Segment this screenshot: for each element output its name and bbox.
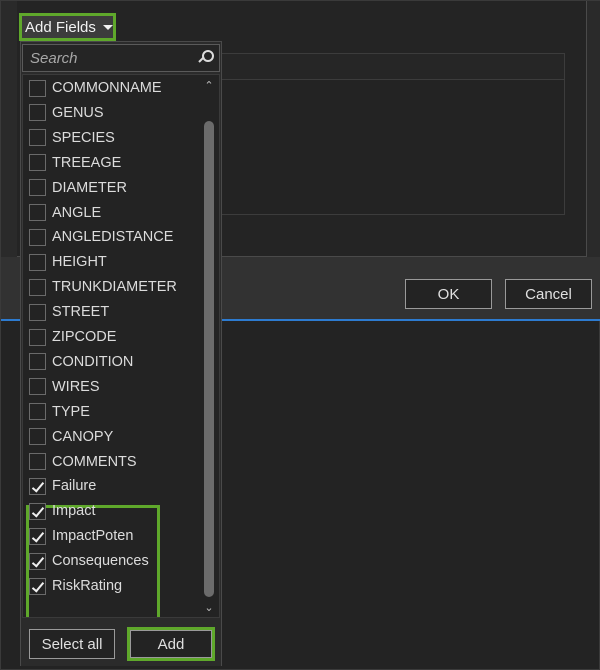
search-box: [22, 44, 220, 72]
checkbox[interactable]: [29, 278, 46, 296]
fields-table-header: [212, 54, 564, 80]
screen: OK Cancel Add Fields ⌃ ⌄ COMMONNAME GENUS…: [0, 0, 600, 670]
field-item[interactable]: Failure: [29, 475, 96, 497]
field-label: GENUS: [52, 104, 104, 121]
field-list: ⌃ ⌄ COMMONNAME GENUS SPECIES TREEAGE DIAMETE…: [22, 74, 220, 618]
field-label: DIAMETER: [52, 179, 127, 196]
field-item[interactable]: ANGLEDISTANCE: [29, 226, 173, 248]
field-label: TREEAGE: [52, 154, 122, 171]
checkbox[interactable]: [29, 154, 46, 172]
checkbox[interactable]: [29, 403, 46, 421]
field-label: WIRES: [52, 378, 100, 395]
checkbox[interactable]: [29, 353, 46, 371]
search-icon[interactable]: [196, 48, 216, 68]
checkbox-checked[interactable]: [29, 552, 46, 570]
field-label: ZIPCODE: [52, 329, 117, 345]
field-item[interactable]: TREEAGE: [29, 152, 121, 174]
add-button-label: Add: [130, 630, 212, 658]
search-input[interactable]: [23, 49, 196, 67]
checkbox[interactable]: [29, 79, 46, 97]
field-label: ANGLEDISTANCE: [52, 229, 174, 246]
field-label: HEIGHT: [52, 254, 107, 271]
checkbox-checked[interactable]: [29, 502, 46, 520]
checkbox[interactable]: [29, 228, 46, 246]
checkbox[interactable]: [29, 328, 46, 346]
checkbox[interactable]: [29, 253, 46, 271]
field-label: CANOPY: [52, 428, 114, 445]
checkbox[interactable]: [29, 453, 46, 470]
add-fields-label: Add Fields: [25, 18, 96, 36]
add-fields-dropdown[interactable]: Add Fields: [19, 13, 116, 41]
field-item[interactable]: CONDITION: [29, 351, 133, 373]
field-label: ImpactPoten: [52, 528, 134, 545]
popup-footer: Select all Add: [21, 620, 221, 666]
field-item[interactable]: TYPE: [29, 401, 90, 423]
field-item[interactable]: SPECIES: [29, 127, 115, 149]
field-label: TYPE: [52, 403, 90, 420]
scroll-down-icon[interactable]: ⌄: [203, 601, 215, 615]
field-label: STREET: [52, 304, 110, 321]
field-label: RiskRating: [52, 578, 123, 594]
checkbox-checked[interactable]: [29, 577, 46, 595]
caret-down-icon: [102, 24, 113, 30]
field-item[interactable]: ZIPCODE: [29, 326, 116, 348]
field-label: Failure: [52, 478, 97, 495]
checkbox[interactable]: [29, 378, 46, 396]
select-all-button[interactable]: Select all: [29, 629, 115, 659]
field-label: Impact: [52, 503, 96, 520]
field-label: SPECIES: [52, 129, 115, 146]
field-item[interactable]: GENUS: [29, 102, 104, 124]
field-label: COMMENTS: [52, 453, 137, 470]
field-label: ANGLE: [52, 204, 102, 221]
field-item[interactable]: Consequences: [29, 550, 149, 572]
checkbox-checked[interactable]: [29, 477, 46, 495]
field-item[interactable]: CANOPY: [29, 426, 113, 448]
add-button[interactable]: Add: [127, 627, 215, 661]
field-label: TRUNKDIAMETER: [52, 279, 177, 296]
field-item[interactable]: COMMONNAME: [29, 77, 162, 99]
scrollbar-thumb[interactable]: [204, 121, 214, 597]
field-item[interactable]: HEIGHT: [29, 251, 107, 273]
checkbox[interactable]: [29, 303, 46, 321]
field-item[interactable]: ImpactPoten: [29, 525, 133, 547]
field-label: CONDITION: [52, 353, 134, 370]
checkbox[interactable]: [29, 129, 46, 147]
field-label: Consequences: [52, 553, 149, 570]
field-item[interactable]: STREET: [29, 301, 109, 323]
field-item[interactable]: TRUNKDIAMETER: [29, 276, 177, 298]
checkbox[interactable]: [29, 179, 46, 197]
field-item[interactable]: WIRES: [29, 376, 100, 398]
ok-button[interactable]: OK: [405, 279, 492, 309]
field-item[interactable]: ANGLE: [29, 202, 101, 224]
field-item[interactable]: DIAMETER: [29, 177, 127, 199]
checkbox-checked[interactable]: [29, 527, 46, 545]
field-item[interactable]: RiskRating: [29, 575, 122, 597]
checkbox[interactable]: [29, 428, 46, 446]
add-fields-popup: ⌃ ⌄ COMMONNAME GENUS SPECIES TREEAGE DIAMETE…: [20, 41, 222, 666]
scroll-up-icon[interactable]: ⌃: [203, 79, 215, 93]
scrollbar[interactable]: ⌃ ⌄: [203, 75, 215, 617]
field-label: COMMONNAME: [52, 80, 162, 96]
checkbox[interactable]: [29, 204, 46, 221]
cancel-button[interactable]: Cancel: [505, 279, 592, 309]
field-item[interactable]: Impact: [29, 500, 96, 522]
field-item[interactable]: COMMENTS: [29, 451, 137, 473]
checkbox[interactable]: [29, 104, 46, 122]
fields-table: [211, 53, 565, 215]
